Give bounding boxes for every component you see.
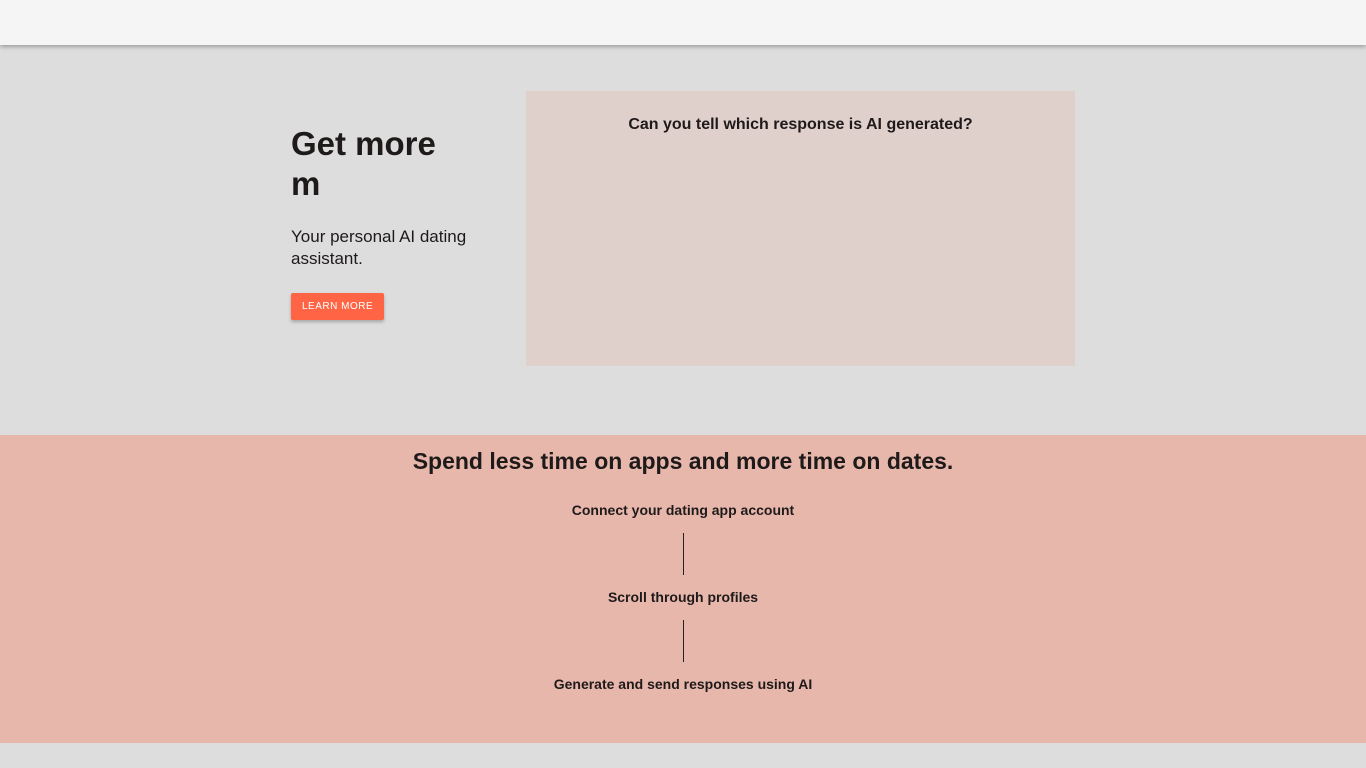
- hero-intro: Get more m Your personal AI dating assis…: [291, 124, 481, 320]
- top-app-bar: [0, 0, 1366, 45]
- step-scroll-profiles: Scroll through profiles: [607, 589, 759, 605]
- ai-response-demo-card: Can you tell which response is AI genera…: [526, 91, 1075, 366]
- step-connector-line: [682, 533, 684, 575]
- how-it-works-section: Spend less time on apps and more time on…: [0, 435, 1366, 743]
- step-list: Connect your dating app account Scroll t…: [0, 502, 1366, 693]
- hero-section: Get more m Your personal AI dating assis…: [0, 45, 1366, 435]
- step-connector-line: [682, 620, 684, 662]
- learn-more-button[interactable]: LEARN MORE: [291, 293, 385, 320]
- step-connect-account: Connect your dating app account: [571, 502, 795, 518]
- step-generate-responses: Generate and send responses using AI: [553, 676, 813, 692]
- how-it-works-heading: Spend less time on apps and more time on…: [412, 448, 954, 474]
- demo-question: Can you tell which response is AI genera…: [628, 116, 973, 133]
- footer-strip: [0, 743, 1366, 768]
- hero-subtitle: Your personal AI dating assistant.: [291, 227, 467, 268]
- hero-title: Get more m: [291, 125, 436, 202]
